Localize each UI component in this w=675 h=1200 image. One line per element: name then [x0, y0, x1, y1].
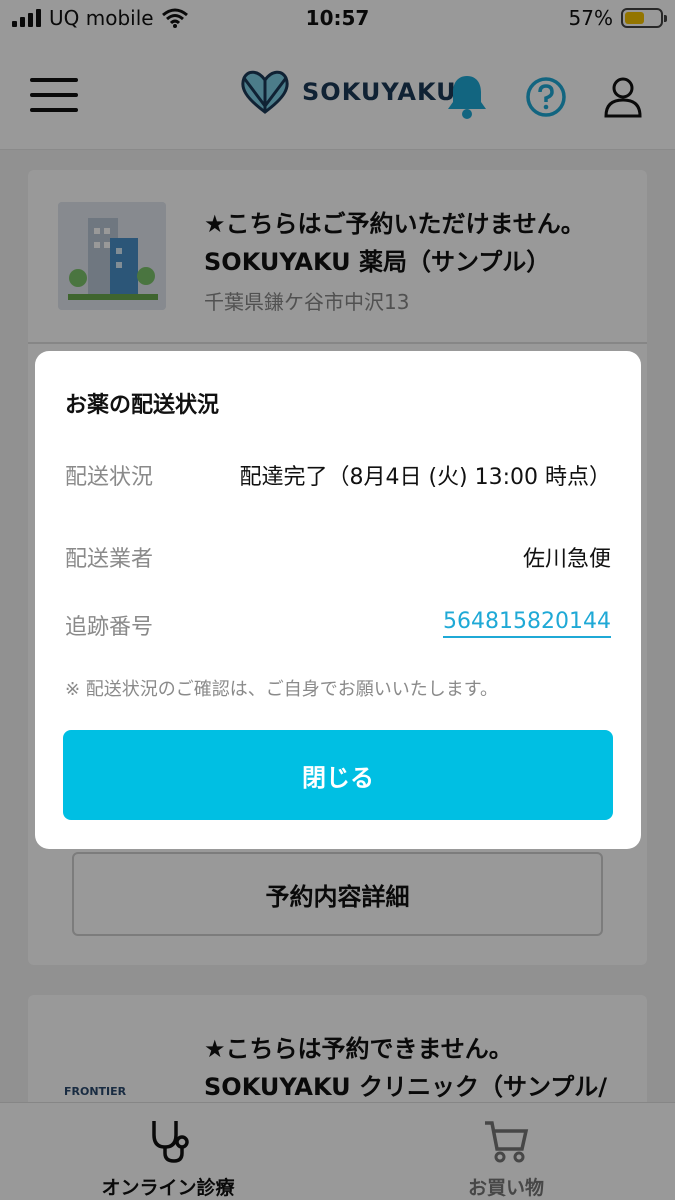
carrier-value: 佐川急便 [522, 547, 611, 572]
delivery-status-modal: お薬の配送状況 配送状況 配達完了（8月4日 (火) 13:00 時点） 配送業… [35, 351, 641, 849]
tracking-number-link[interactable]: 564815820144 [443, 609, 611, 638]
delivery-status-label: 配送状況 [65, 465, 154, 490]
tracking-number-wrap: 564815820144 [443, 609, 611, 638]
tracking-number-label: 追跡番号 [65, 615, 154, 640]
carrier-label: 配送業者 [65, 547, 154, 572]
delivery-status-value: 配達完了（8月4日 (火) 13:00 時点） [239, 465, 611, 490]
close-button[interactable]: 閉じる [63, 730, 613, 820]
delivery-note: ※ 配送状況のご確認は、ご自身でお願いいたします。 [65, 679, 499, 700]
modal-title: お薬の配送状況 [65, 393, 220, 418]
